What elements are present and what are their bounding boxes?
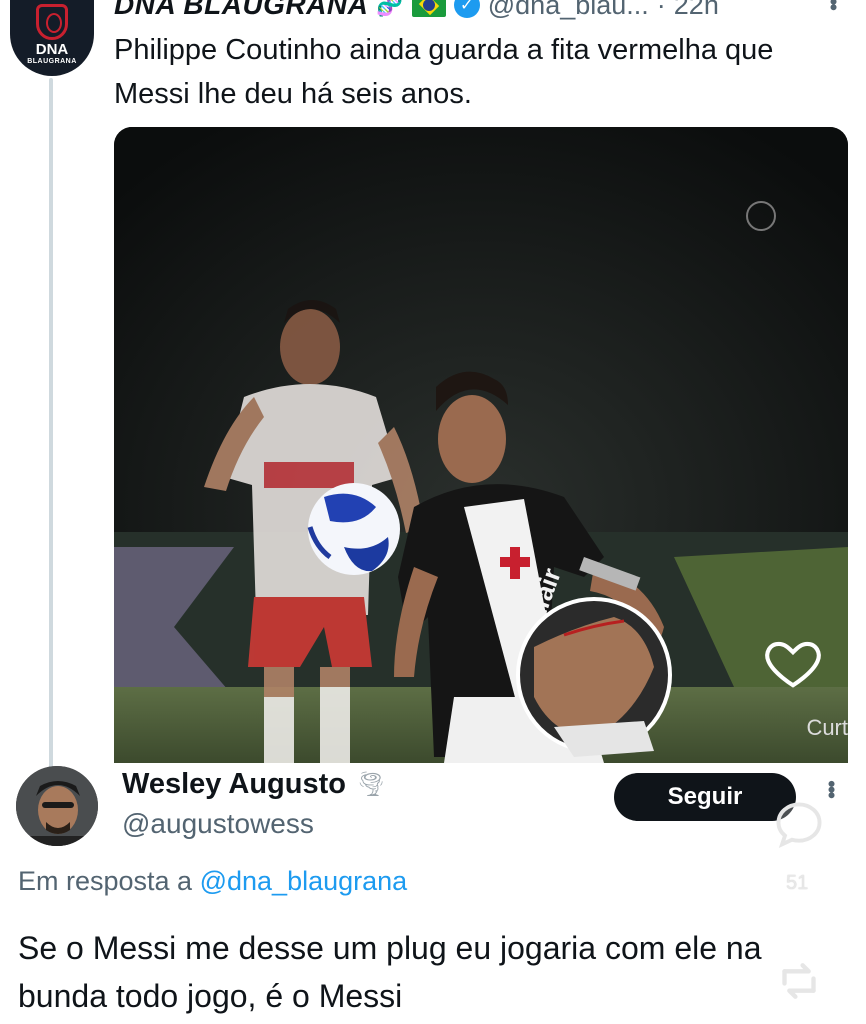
reply-avatar[interactable] (16, 766, 98, 846)
more-options-icon[interactable]: ••• (820, 0, 846, 9)
author-handle[interactable]: @dna_blau... (488, 0, 649, 21)
verified-badge-icon: ✓ (453, 0, 480, 18)
avatar-line2: BLAUGRANA (27, 58, 77, 65)
football-photo: betfair (114, 127, 848, 763)
more-options-icon[interactable]: ••• (818, 780, 844, 797)
separator: · (656, 0, 666, 20)
avatar-line1: DNA (35, 41, 69, 58)
replying-prefix: Em resposta a (18, 866, 193, 896)
tweet-media-image[interactable]: betfair Curt (114, 127, 848, 763)
reply-text: Se o Messi me desse um plug eu jogaria c… (18, 930, 762, 1014)
brazil-flag-icon (411, 0, 446, 17)
reply-author-name[interactable]: Wesley Augusto (122, 768, 346, 801)
dna-emoji-icon: 🧬 (376, 0, 404, 17)
thread-line (49, 78, 53, 768)
comment-icon[interactable] (770, 796, 828, 854)
avatar-photo (16, 766, 98, 846)
like-label: Curt (806, 715, 848, 740)
replying-mention-link[interactable]: @dna_blaugrana (200, 866, 408, 896)
repost-icon[interactable] (770, 952, 828, 1010)
comment-count: 51 (786, 872, 809, 894)
reply-header: Wesley Augusto 🌪 (122, 768, 386, 801)
timestamp[interactable]: 22h (674, 0, 719, 21)
heart-icon[interactable] (762, 631, 824, 693)
tweet-header: DNA BLAUGRANA 🧬 ✓ @dna_blau... · 22h (114, 0, 719, 22)
crest-logo-icon (36, 4, 68, 40)
tweet-text: Philippe Coutinho ainda guarda a fita ve… (114, 34, 774, 110)
replying-to: Em resposta a @dna_blaugrana (18, 866, 407, 897)
reply-author-handle[interactable]: @augustowess (122, 808, 314, 840)
watermark-icon (746, 201, 776, 231)
author-name[interactable]: DNA BLAUGRANA (114, 0, 368, 21)
tornado-icon: 🌪 (356, 771, 387, 798)
quoted-tweet[interactable]: DNA BLAUGRANA DNA BLAUGRANA 🧬 ✓ @dna_bla… (0, 0, 866, 768)
avatar[interactable]: DNA BLAUGRANA (10, 0, 94, 76)
follow-button[interactable]: Seguir (614, 773, 796, 821)
